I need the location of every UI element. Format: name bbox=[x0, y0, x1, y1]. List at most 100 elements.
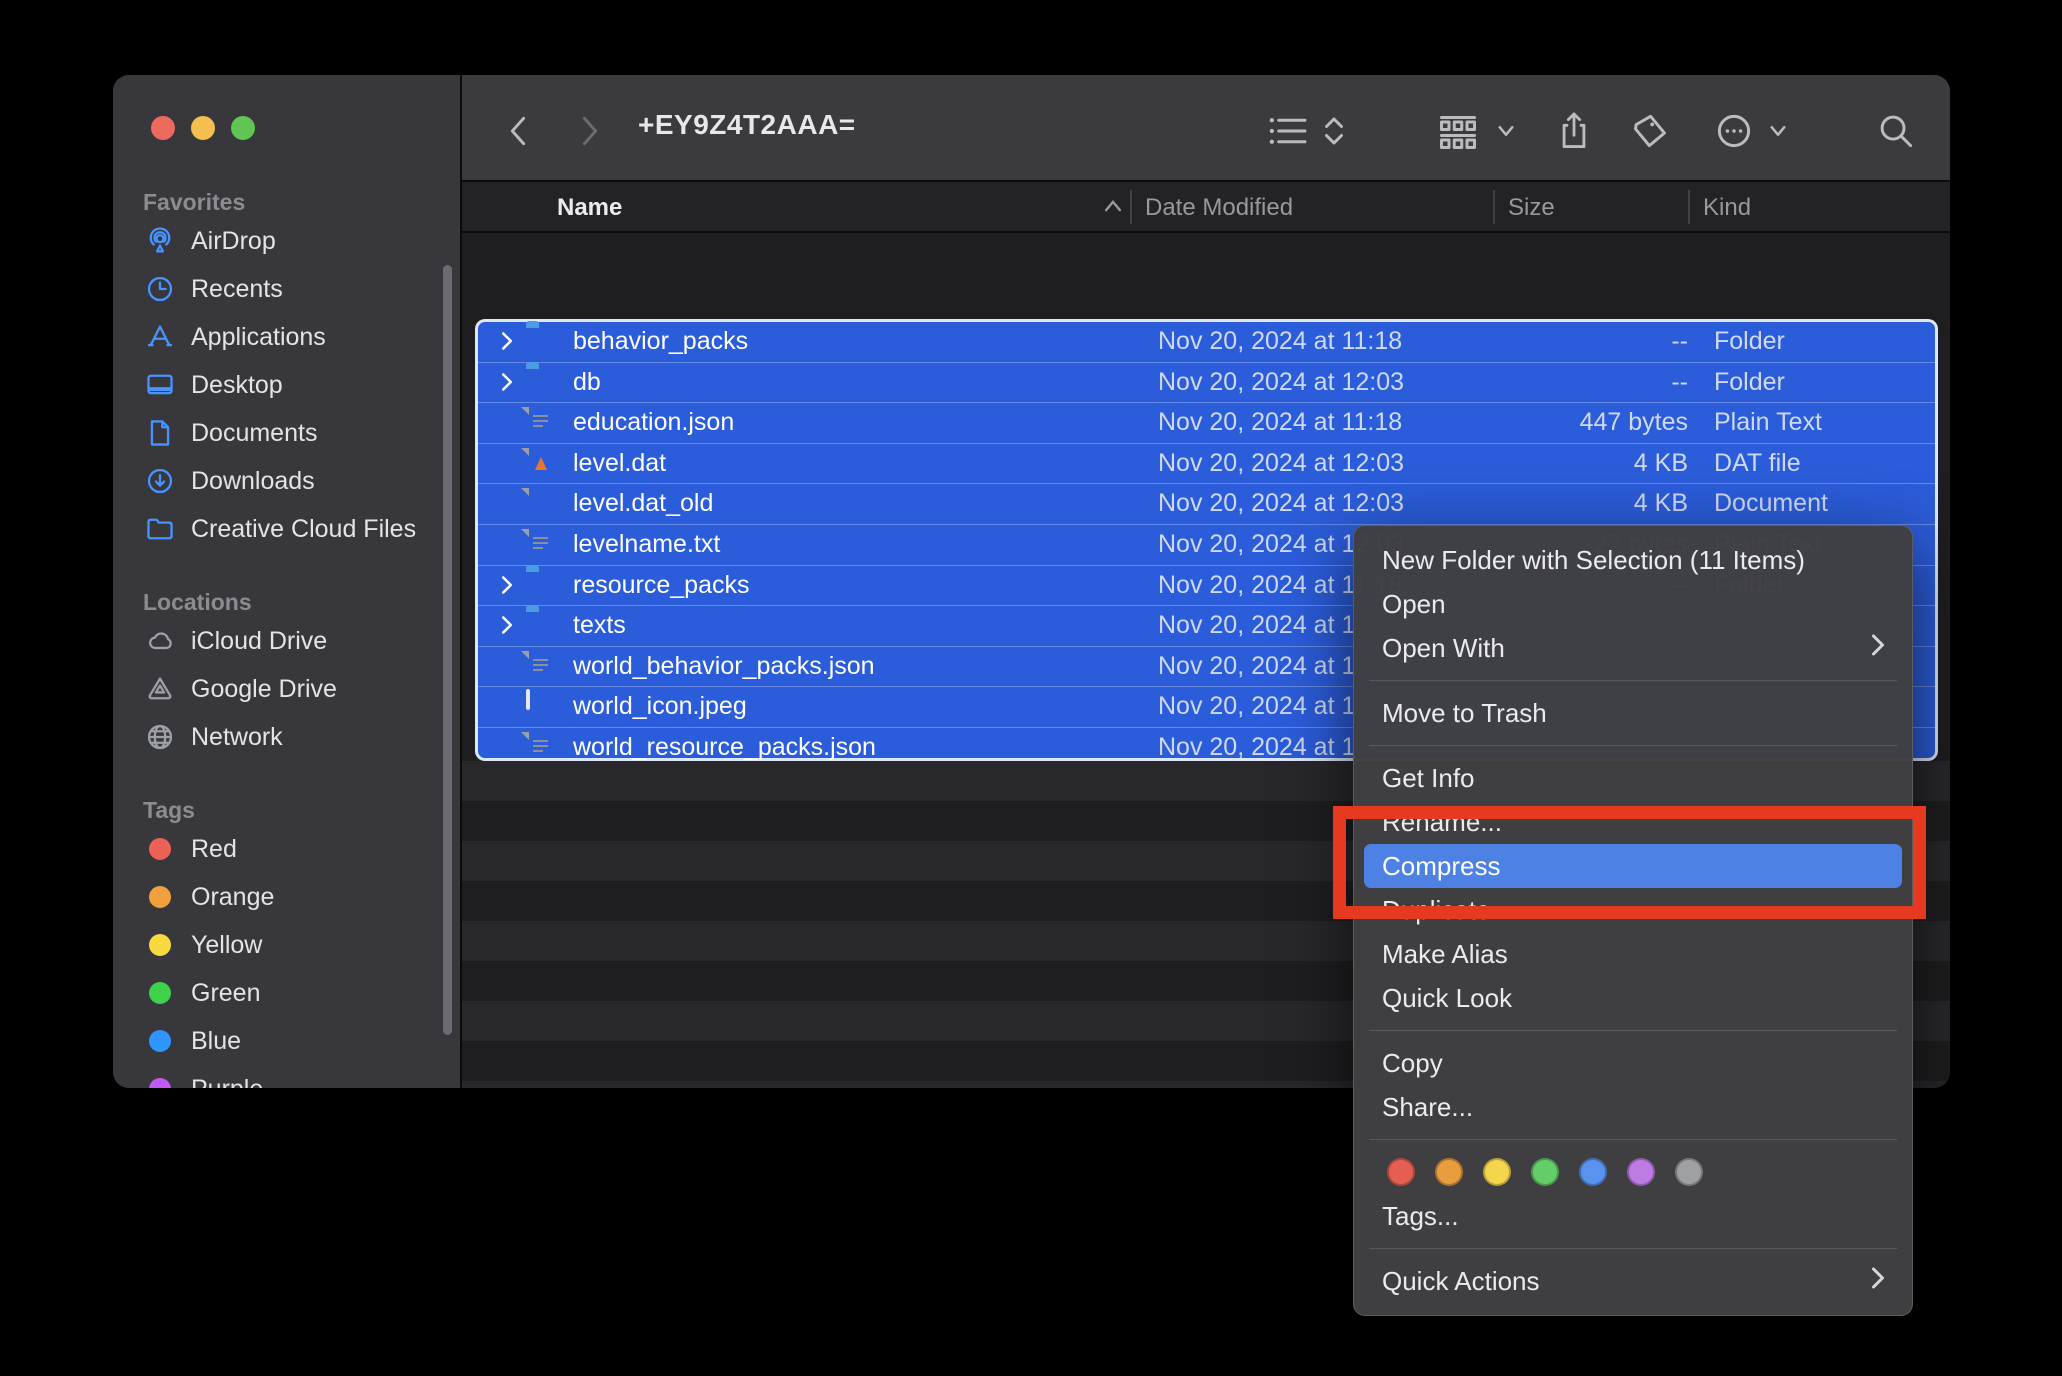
doc-text-icon bbox=[526, 529, 560, 559]
sidebar-item-network[interactable]: Network bbox=[113, 713, 443, 761]
sidebar-item-google-drive[interactable]: Google Drive bbox=[113, 665, 443, 713]
file-kind: Document bbox=[1714, 489, 1828, 518]
tag-color-dot[interactable] bbox=[1627, 1158, 1655, 1186]
column-kind[interactable]: Kind bbox=[1703, 194, 1751, 222]
column-divider[interactable] bbox=[1688, 190, 1690, 224]
menu-item-make-alias[interactable]: Make Alias bbox=[1354, 932, 1912, 976]
tag-color-dot[interactable] bbox=[1387, 1158, 1415, 1186]
sidebar-item-red[interactable]: Red bbox=[113, 825, 443, 873]
file-kind: DAT file bbox=[1714, 449, 1801, 478]
gdrive-icon bbox=[143, 672, 177, 706]
sidebar-item-label: Desktop bbox=[191, 371, 283, 400]
column-date-modified[interactable]: Date Modified bbox=[1145, 194, 1293, 222]
sidebar-item-label: Blue bbox=[191, 1027, 241, 1056]
menu-item-quick-actions[interactable]: Quick Actions bbox=[1354, 1259, 1912, 1303]
sidebar-item-label: Network bbox=[191, 723, 283, 752]
menu-item-label: Open bbox=[1382, 589, 1446, 620]
sidebar-item-blue[interactable]: Blue bbox=[113, 1017, 443, 1065]
sidebar-item-applications[interactable]: Applications bbox=[113, 313, 443, 361]
tag-color-dot[interactable] bbox=[1675, 1158, 1703, 1186]
file-size: 447 bytes bbox=[1428, 408, 1688, 437]
menu-item-copy[interactable]: Copy bbox=[1354, 1041, 1912, 1085]
sidebar-section: Tags Red Orange Yellow Green Blue Purple bbox=[113, 761, 443, 1088]
folder-icon bbox=[526, 610, 560, 640]
sidebar-item-downloads[interactable]: Downloads bbox=[113, 457, 443, 505]
more-actions-chevron[interactable] bbox=[1758, 111, 1798, 151]
menu-item-open[interactable]: Open bbox=[1354, 582, 1912, 626]
zoom-button[interactable] bbox=[231, 116, 255, 140]
tag-color-dot[interactable] bbox=[1483, 1158, 1511, 1186]
file-name: level.dat bbox=[573, 449, 666, 478]
file-date-modified: Nov 20, 2024 at 12:03 bbox=[1158, 449, 1404, 478]
disclosure-chevron-icon[interactable] bbox=[500, 615, 514, 640]
column-divider[interactable] bbox=[1130, 190, 1132, 224]
view-mode-stepper[interactable] bbox=[1314, 111, 1354, 151]
file-kind: Folder bbox=[1714, 327, 1785, 356]
menu-item-new-folder-with-selection-11-items[interactable]: New Folder with Selection (11 Items) bbox=[1354, 538, 1912, 582]
tag-dot-icon bbox=[143, 832, 177, 866]
sidebar-item-icloud-drive[interactable]: iCloud Drive bbox=[113, 617, 443, 665]
sidebar-item-purple[interactable]: Purple bbox=[113, 1065, 443, 1088]
minimize-button[interactable] bbox=[191, 116, 215, 140]
chevron-down-icon bbox=[1768, 121, 1788, 141]
table-row[interactable]: education.json Nov 20, 2024 at 11:18 447… bbox=[478, 402, 1935, 443]
sidebar-scrollbar[interactable] bbox=[443, 265, 452, 1035]
forward-button[interactable] bbox=[570, 111, 610, 151]
tag-icon bbox=[1631, 112, 1669, 150]
search-button[interactable] bbox=[1876, 111, 1916, 151]
file-size: 4 KB bbox=[1428, 449, 1688, 478]
tag-color-dot[interactable] bbox=[1435, 1158, 1463, 1186]
menu-item-get-info[interactable]: Get Info bbox=[1354, 756, 1912, 800]
group-by-button[interactable] bbox=[1438, 111, 1478, 151]
disclosure-chevron-icon[interactable] bbox=[500, 575, 514, 600]
menu-item-share[interactable]: Share... bbox=[1354, 1085, 1912, 1129]
table-row[interactable]: behavior_packs Nov 20, 2024 at 11:18 -- … bbox=[478, 322, 1935, 362]
sidebar-item-creative-cloud-files[interactable]: Creative Cloud Files bbox=[113, 505, 443, 553]
tag-color-dot[interactable] bbox=[1531, 1158, 1559, 1186]
table-row[interactable]: level.dat_old Nov 20, 2024 at 12:03 4 KB… bbox=[478, 483, 1935, 524]
sidebar-item-yellow[interactable]: Yellow bbox=[113, 921, 443, 969]
menu-item-move-to-trash[interactable]: Move to Trash bbox=[1354, 691, 1912, 735]
tag-color-dot[interactable] bbox=[1579, 1158, 1607, 1186]
tags-button[interactable] bbox=[1630, 111, 1670, 151]
submenu-chevron-icon bbox=[1870, 633, 1886, 664]
table-row[interactable]: db Nov 20, 2024 at 12:03 -- Folder bbox=[478, 362, 1935, 403]
menu-item-quick-look[interactable]: Quick Look bbox=[1354, 976, 1912, 1020]
sidebar-item-desktop[interactable]: Desktop bbox=[113, 361, 443, 409]
back-button[interactable] bbox=[498, 111, 538, 151]
close-button[interactable] bbox=[151, 116, 175, 140]
sidebar-item-recents[interactable]: Recents bbox=[113, 265, 443, 313]
file-name: world_behavior_packs.json bbox=[573, 652, 875, 681]
menu-item-label: Open With bbox=[1382, 633, 1505, 664]
airdrop-icon bbox=[143, 224, 177, 258]
more-actions-button[interactable] bbox=[1714, 111, 1754, 151]
menu-separator bbox=[1369, 1248, 1897, 1249]
share-button[interactable] bbox=[1554, 111, 1594, 151]
sidebar-item-orange[interactable]: Orange bbox=[113, 873, 443, 921]
sort-ascending-icon bbox=[1102, 198, 1124, 219]
folder-icon bbox=[143, 512, 177, 546]
menu-separator bbox=[1369, 745, 1897, 746]
sidebar-item-green[interactable]: Green bbox=[113, 969, 443, 1017]
column-size[interactable]: Size bbox=[1508, 194, 1555, 222]
chevron-down-icon bbox=[1496, 121, 1516, 141]
menu-item-open-with[interactable]: Open With bbox=[1354, 626, 1912, 670]
view-mode-button[interactable] bbox=[1268, 111, 1308, 151]
disclosure-chevron-icon[interactable] bbox=[500, 331, 514, 356]
sidebar-item-documents[interactable]: Documents bbox=[113, 409, 443, 457]
table-row[interactable]: level.dat Nov 20, 2024 at 12:03 4 KB DAT… bbox=[478, 443, 1935, 484]
tag-dot-icon bbox=[143, 928, 177, 962]
sidebar-item-airdrop[interactable]: AirDrop bbox=[113, 217, 443, 265]
file-size: -- bbox=[1428, 327, 1688, 356]
file-name: level.dat_old bbox=[573, 489, 713, 518]
column-name[interactable]: Name bbox=[557, 194, 622, 222]
share-icon bbox=[1557, 111, 1591, 151]
column-divider[interactable] bbox=[1493, 190, 1495, 224]
disclosure-chevron-icon[interactable] bbox=[500, 372, 514, 397]
group-by-chevron[interactable] bbox=[1486, 111, 1526, 151]
menu-item-tags[interactable]: Tags... bbox=[1354, 1194, 1912, 1238]
file-name: world_icon.jpeg bbox=[573, 692, 747, 721]
doc-text-icon bbox=[526, 407, 560, 437]
annotation-rectangle bbox=[1333, 806, 1926, 919]
file-name: education.json bbox=[573, 408, 734, 437]
